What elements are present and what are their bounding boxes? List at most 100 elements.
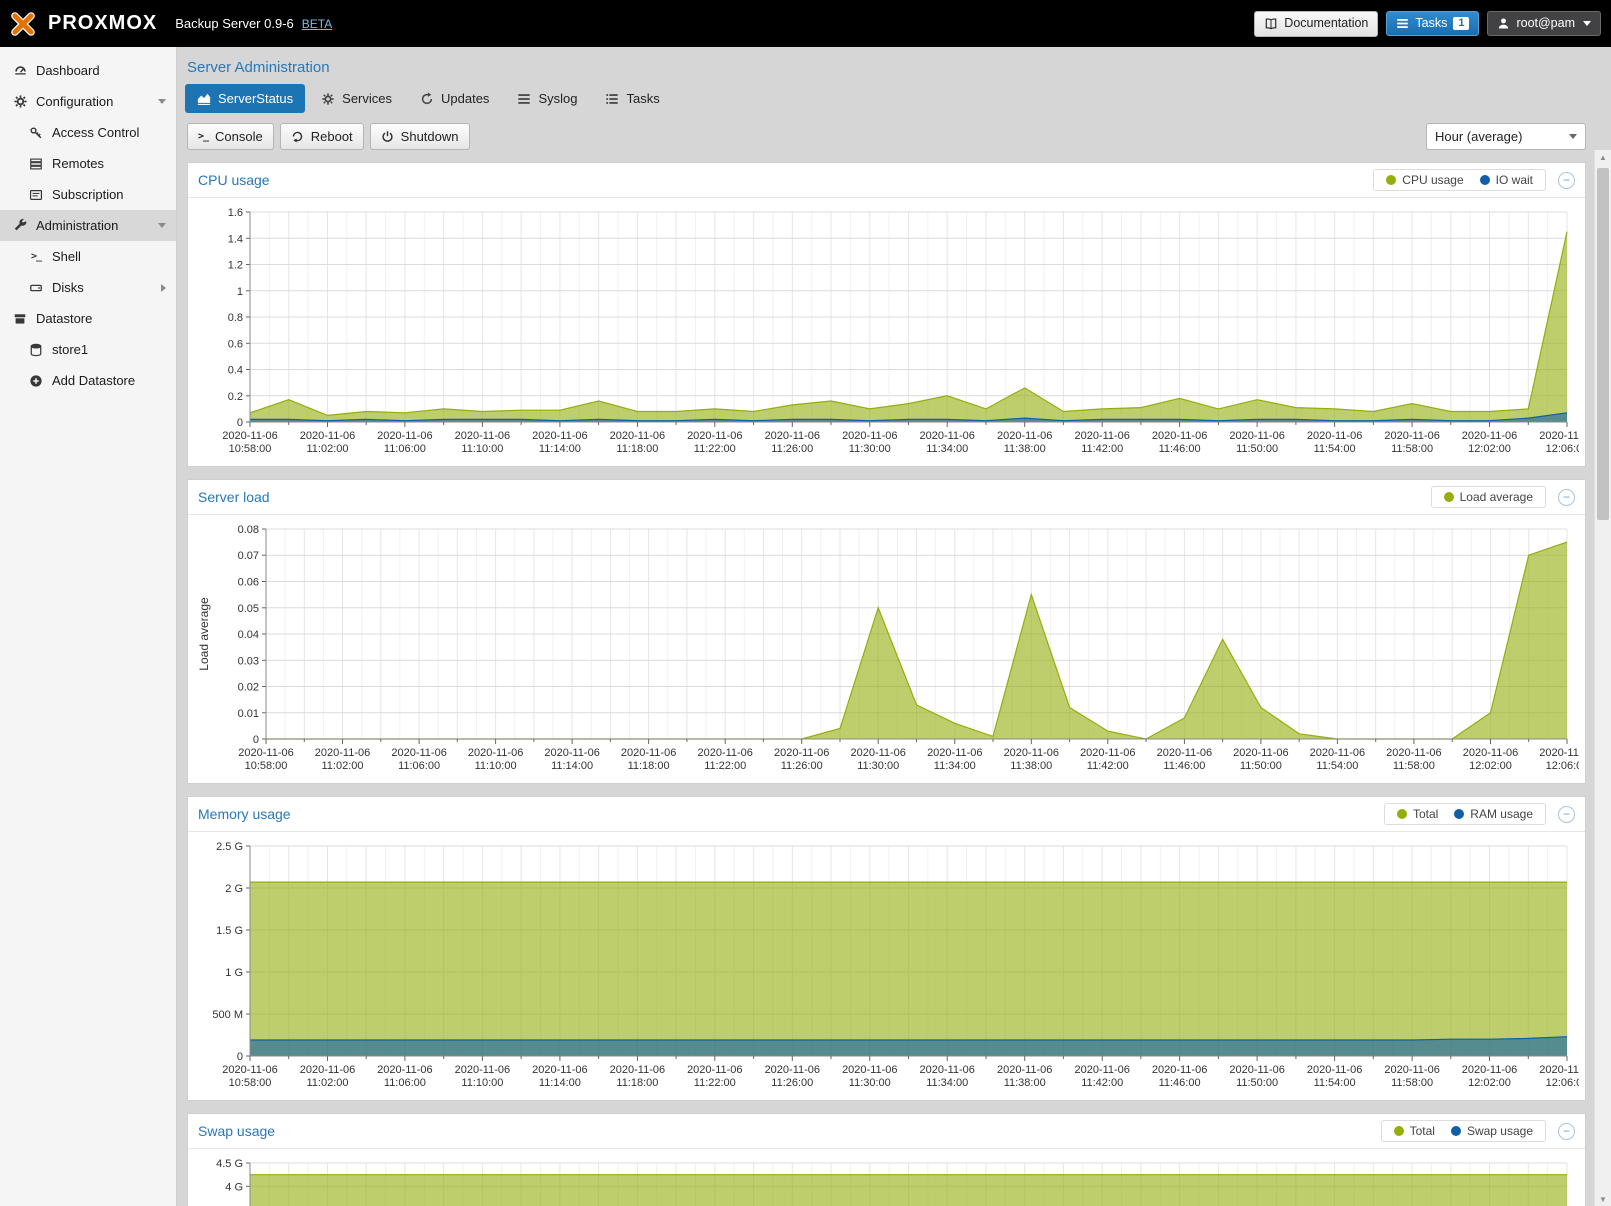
sidebar-item-add-datastore[interactable]: Add Datastore <box>0 365 176 396</box>
sidebar-item-subscription[interactable]: Subscription <box>0 179 176 210</box>
svg-text:2020-11-06: 2020-11-06 <box>532 1064 587 1076</box>
svg-text:11:50:00: 11:50:00 <box>1240 760 1282 772</box>
svg-text:1.4: 1.4 <box>228 233 243 245</box>
sidebar-item-datastore[interactable]: Datastore <box>0 303 176 334</box>
server-load-chart: 00.010.020.030.040.050.060.070.082020-11… <box>192 519 1579 779</box>
tasks-icon <box>1396 17 1409 30</box>
svg-text:11:18:00: 11:18:00 <box>616 443 658 455</box>
svg-text:2020-11-06: 2020-11-06 <box>842 430 897 442</box>
sidebar-item-remotes[interactable]: Remotes <box>0 148 176 179</box>
sidebar-item-administration[interactable]: Administration <box>0 210 176 241</box>
sidebar-item-configuration[interactable]: Configuration <box>0 86 176 117</box>
chevron-down-icon[interactable] <box>158 99 166 104</box>
tab-serverstatus[interactable]: ServerStatus <box>185 84 305 113</box>
svg-text:12:02:00: 12:02:00 <box>1468 443 1511 455</box>
gear-icon <box>10 94 30 109</box>
svg-text:11:10:00: 11:10:00 <box>461 443 503 455</box>
list-icon <box>517 92 531 106</box>
svg-text:11:26:00: 11:26:00 <box>771 1077 813 1089</box>
sidebar-item-access-control[interactable]: Access Control <box>0 117 176 148</box>
svg-text:11:26:00: 11:26:00 <box>781 760 823 772</box>
reboot-button[interactable]: Reboot <box>280 123 364 150</box>
scrollbar-thumb[interactable] <box>1597 168 1609 520</box>
svg-text:11:46:00: 11:46:00 <box>1159 443 1201 455</box>
svg-text:2020-11-06: 2020-11-06 <box>455 1064 510 1076</box>
cpu-usage-chart: 00.20.40.60.811.21.41.62020-11-0610:58:0… <box>192 202 1579 462</box>
svg-text:2 G: 2 G <box>225 883 243 895</box>
svg-text:12:06:00: 12:06:00 <box>1546 760 1579 772</box>
collapse-panel-icon[interactable]: − <box>1558 1123 1575 1140</box>
svg-text:11:14:00: 11:14:00 <box>539 443 581 455</box>
svg-text:2020-11-06: 2020-11-06 <box>610 1064 665 1076</box>
tasks-button[interactable]: Tasks 1 <box>1386 11 1479 36</box>
documentation-button[interactable]: Documentation <box>1254 11 1378 37</box>
tab-bar: ServerStatus Services Updates <box>177 84 1594 113</box>
vertical-scrollbar[interactable]: ▲ ▼ <box>1594 150 1611 1206</box>
svg-text:2020-11-06: 2020-11-06 <box>1307 430 1362 442</box>
sidebar-item-dashboard[interactable]: Dashboard <box>0 55 176 86</box>
sidebar-item-disks[interactable]: Disks <box>0 272 176 303</box>
svg-text:2020-11-06: 2020-11-06 <box>222 1064 277 1076</box>
svg-text:2020-11-06: 2020-11-06 <box>919 1064 974 1076</box>
tab-tasks[interactable]: Tasks <box>593 84 671 113</box>
svg-text:2020-11-06: 2020-11-06 <box>455 430 510 442</box>
collapse-panel-icon[interactable]: − <box>1558 489 1575 506</box>
sidebar-item-shell[interactable]: >_ Shell <box>0 241 176 272</box>
svg-text:11:50:00: 11:50:00 <box>1236 443 1278 455</box>
sidebar: Dashboard Configuration Access Control <box>0 47 177 1206</box>
timeframe-select[interactable]: Hour (average) <box>1426 123 1586 150</box>
server-list-icon <box>26 157 46 171</box>
beta-link[interactable]: BETA <box>302 17 332 31</box>
svg-text:11:22:00: 11:22:00 <box>694 1077 736 1089</box>
svg-text:11:10:00: 11:10:00 <box>461 1077 503 1089</box>
svg-text:11:02:00: 11:02:00 <box>321 760 363 772</box>
reboot-icon <box>291 130 304 143</box>
svg-text:2020-11-06: 2020-11-06 <box>1229 1064 1284 1076</box>
collapse-panel-icon[interactable]: − <box>1558 806 1575 823</box>
svg-text:11:06:00: 11:06:00 <box>398 760 440 772</box>
chevron-right-icon[interactable] <box>161 284 166 292</box>
svg-text:2020-11-06: 2020-11-06 <box>1539 1064 1579 1076</box>
svg-text:11:14:00: 11:14:00 <box>551 760 593 772</box>
svg-text:0.06: 0.06 <box>238 577 259 589</box>
chevron-down-icon[interactable] <box>158 223 166 228</box>
tab-syslog[interactable]: Syslog <box>505 84 589 113</box>
svg-text:2020-11-06: 2020-11-06 <box>300 1064 355 1076</box>
header: PROXMOX Backup Server 0.9-6 BETA Documen… <box>0 0 1611 47</box>
gauge-icon <box>10 63 30 78</box>
svg-text:2020-11-06: 2020-11-06 <box>1384 1064 1439 1076</box>
svg-text:2020-11-06: 2020-11-06 <box>1152 1064 1207 1076</box>
tab-services[interactable]: Services <box>309 84 404 113</box>
svg-text:11:46:00: 11:46:00 <box>1159 1077 1201 1089</box>
svg-text:11:38:00: 11:38:00 <box>1004 1077 1046 1089</box>
scroll-up-icon[interactable]: ▲ <box>1595 150 1611 164</box>
scroll-down-icon[interactable]: ▼ <box>1595 1192 1611 1206</box>
sidebar-item-store1[interactable]: store1 <box>0 334 176 365</box>
svg-text:11:42:00: 11:42:00 <box>1081 443 1123 455</box>
svg-text:12:06:00: 12:06:00 <box>1546 1077 1579 1089</box>
panel-title: Swap usage <box>198 1123 275 1139</box>
collapse-panel-icon[interactable]: − <box>1558 172 1575 189</box>
tab-updates[interactable]: Updates <box>408 84 501 113</box>
svg-text:2020-11-06: 2020-11-06 <box>1233 747 1288 759</box>
shutdown-button[interactable]: Shutdown <box>370 123 470 150</box>
legend-dot <box>1386 175 1396 185</box>
console-button[interactable]: >_ Console <box>187 123 274 150</box>
svg-text:2020-11-06: 2020-11-06 <box>765 1064 820 1076</box>
svg-text:0.08: 0.08 <box>238 524 259 536</box>
user-menu-button[interactable]: root@pam <box>1487 11 1601 36</box>
tasks-badge: 1 <box>1453 17 1469 30</box>
legend: CPU usage IO wait <box>1373 169 1546 191</box>
panel-title: Server load <box>198 489 270 505</box>
svg-text:11:22:00: 11:22:00 <box>694 443 736 455</box>
svg-text:11:02:00: 11:02:00 <box>306 443 348 455</box>
svg-text:11:18:00: 11:18:00 <box>616 1077 658 1089</box>
svg-text:11:10:00: 11:10:00 <box>475 760 517 772</box>
svg-text:0.03: 0.03 <box>238 655 259 667</box>
legend-dot <box>1451 1126 1461 1136</box>
wrench-icon <box>10 218 30 233</box>
brand-text: PROXMOX <box>48 12 157 35</box>
svg-text:11:02:00: 11:02:00 <box>306 1077 348 1089</box>
product-version: Backup Server 0.9-6 <box>175 16 294 31</box>
svg-text:2020-11-06: 2020-11-06 <box>1074 430 1129 442</box>
